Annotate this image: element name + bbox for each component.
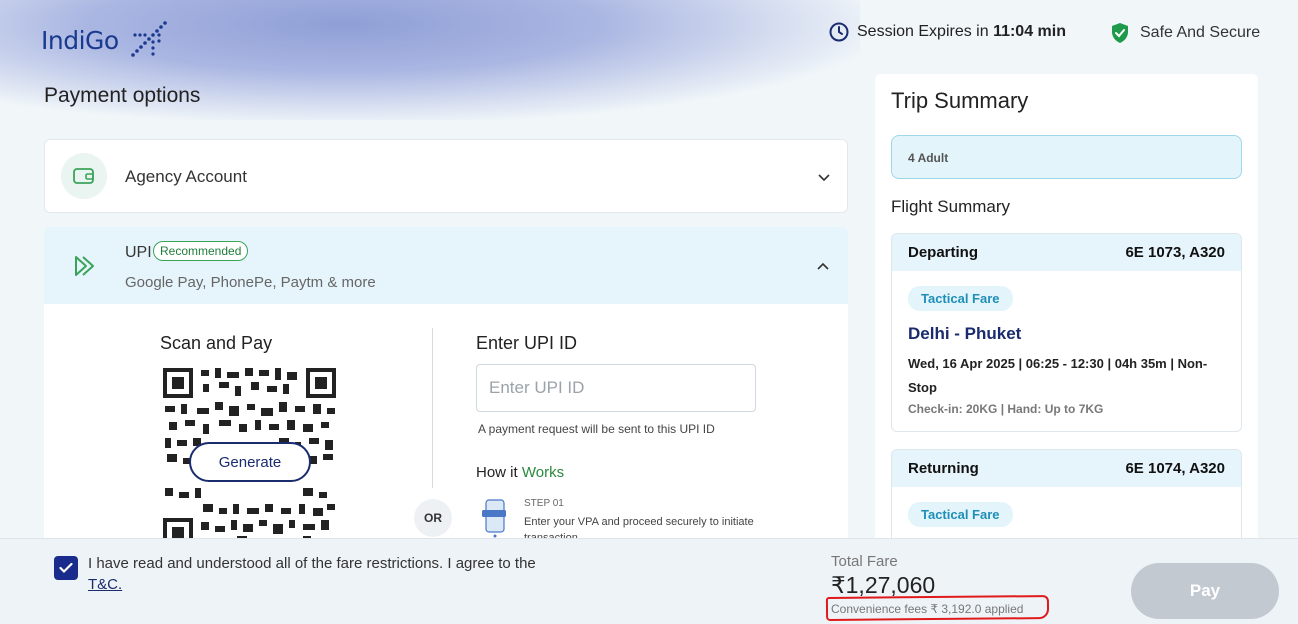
total-fare-amount: ₹1,27,060 (831, 572, 936, 598)
logo-text: IndiGo (41, 25, 119, 55)
returning-header: Returning 6E 1074, A320 (892, 450, 1241, 487)
generate-qr-button[interactable]: Generate (189, 442, 311, 482)
scan-and-pay-title: Scan and Pay (160, 333, 273, 353)
returning-flight-number: 6E 1074, A320 (1125, 460, 1225, 477)
departing-details: Wed, 16 Apr 2025 | 06:25 - 12:30 | 04h 3… (908, 356, 1208, 395)
how-it-works-title: How it Works (476, 464, 564, 481)
agree-checkbox[interactable] (54, 556, 78, 580)
enter-upi-title: Enter UPI ID (476, 333, 578, 353)
recommended-badge: Recommended (153, 241, 249, 261)
fare-type-badge: Tactical Fare (908, 286, 1013, 311)
or-separator: OR (414, 499, 452, 537)
session-prefix: Session Expires in (857, 23, 994, 40)
indigo-logo[interactable]: IndiGo (41, 20, 169, 60)
annotation-highlight (825, 595, 1050, 621)
phone-step-icon (482, 499, 506, 538)
upi-arrow-icon (75, 256, 94, 276)
agree-body: I have read and understood all of the fa… (88, 555, 536, 572)
upi-subtitle: Google Pay, PhonePe, Paytm & more (125, 274, 376, 291)
departing-header: Departing 6E 1073, A320 (892, 234, 1241, 271)
trip-summary-title: Trip Summary (891, 88, 1029, 113)
shield-check-icon (1112, 23, 1128, 43)
departing-flight-number: 6E 1073, A320 (1125, 244, 1225, 261)
session-timer: Session Expires in 11:04 min (829, 22, 1066, 42)
upi-id-input[interactable] (476, 364, 756, 412)
pay-button[interactable]: Pay (1131, 563, 1279, 619)
how-prefix: How it (476, 464, 522, 481)
step-number: STEP 01 (524, 498, 564, 509)
how-suffix: Works (521, 464, 565, 481)
wallet-icon-circle (61, 153, 107, 199)
agree-text: I have read and understood all of the fa… (88, 553, 558, 595)
header: IndiGo Session Expires in 11:04 min Safe (0, 0, 1298, 74)
total-fare-label: Total Fare (831, 553, 898, 570)
page-title: Payment options (44, 84, 201, 107)
departing-label: Departing (908, 244, 979, 261)
flight-summary-label: Flight Summary (891, 197, 1011, 216)
wallet-icon (73, 168, 94, 184)
upi-hint: A payment request will be sent to this U… (478, 422, 715, 436)
safe-secure: Safe And Secure (1110, 22, 1260, 44)
departing-baggage: Check-in: 20KG | Hand: Up to 7KG (908, 402, 1104, 416)
session-time: 11:04 min (993, 23, 1066, 40)
session-text: Session Expires in 11:04 min (857, 23, 1066, 41)
departing-flight-card: Departing 6E 1073, A320 Tactical Fare De… (891, 233, 1242, 432)
chevron-down-icon[interactable] (817, 170, 831, 184)
chevron-up-icon[interactable] (816, 260, 830, 274)
upi-title: UPI (125, 244, 152, 261)
upi-option-header[interactable]: UPI Recommended Google Pay, PhonePe, Pay… (44, 227, 848, 304)
passenger-count: 4 Adult (891, 135, 1242, 179)
terms-link[interactable]: T&C. (88, 576, 122, 593)
checkmark-icon (59, 562, 73, 574)
agency-account-label: Agency Account (125, 167, 247, 186)
departing-route: Delhi - Phuket (908, 324, 1022, 343)
secure-text: Safe And Secure (1140, 24, 1261, 41)
or-divider-line (432, 328, 433, 488)
clock-icon (829, 22, 849, 42)
payment-footer: I have read and understood all of the fa… (0, 538, 1298, 624)
returning-label: Returning (908, 460, 979, 477)
fare-type-badge: Tactical Fare (908, 502, 1013, 527)
agency-account-option[interactable]: Agency Account (44, 139, 848, 213)
logo-plane-icon (130, 21, 167, 57)
